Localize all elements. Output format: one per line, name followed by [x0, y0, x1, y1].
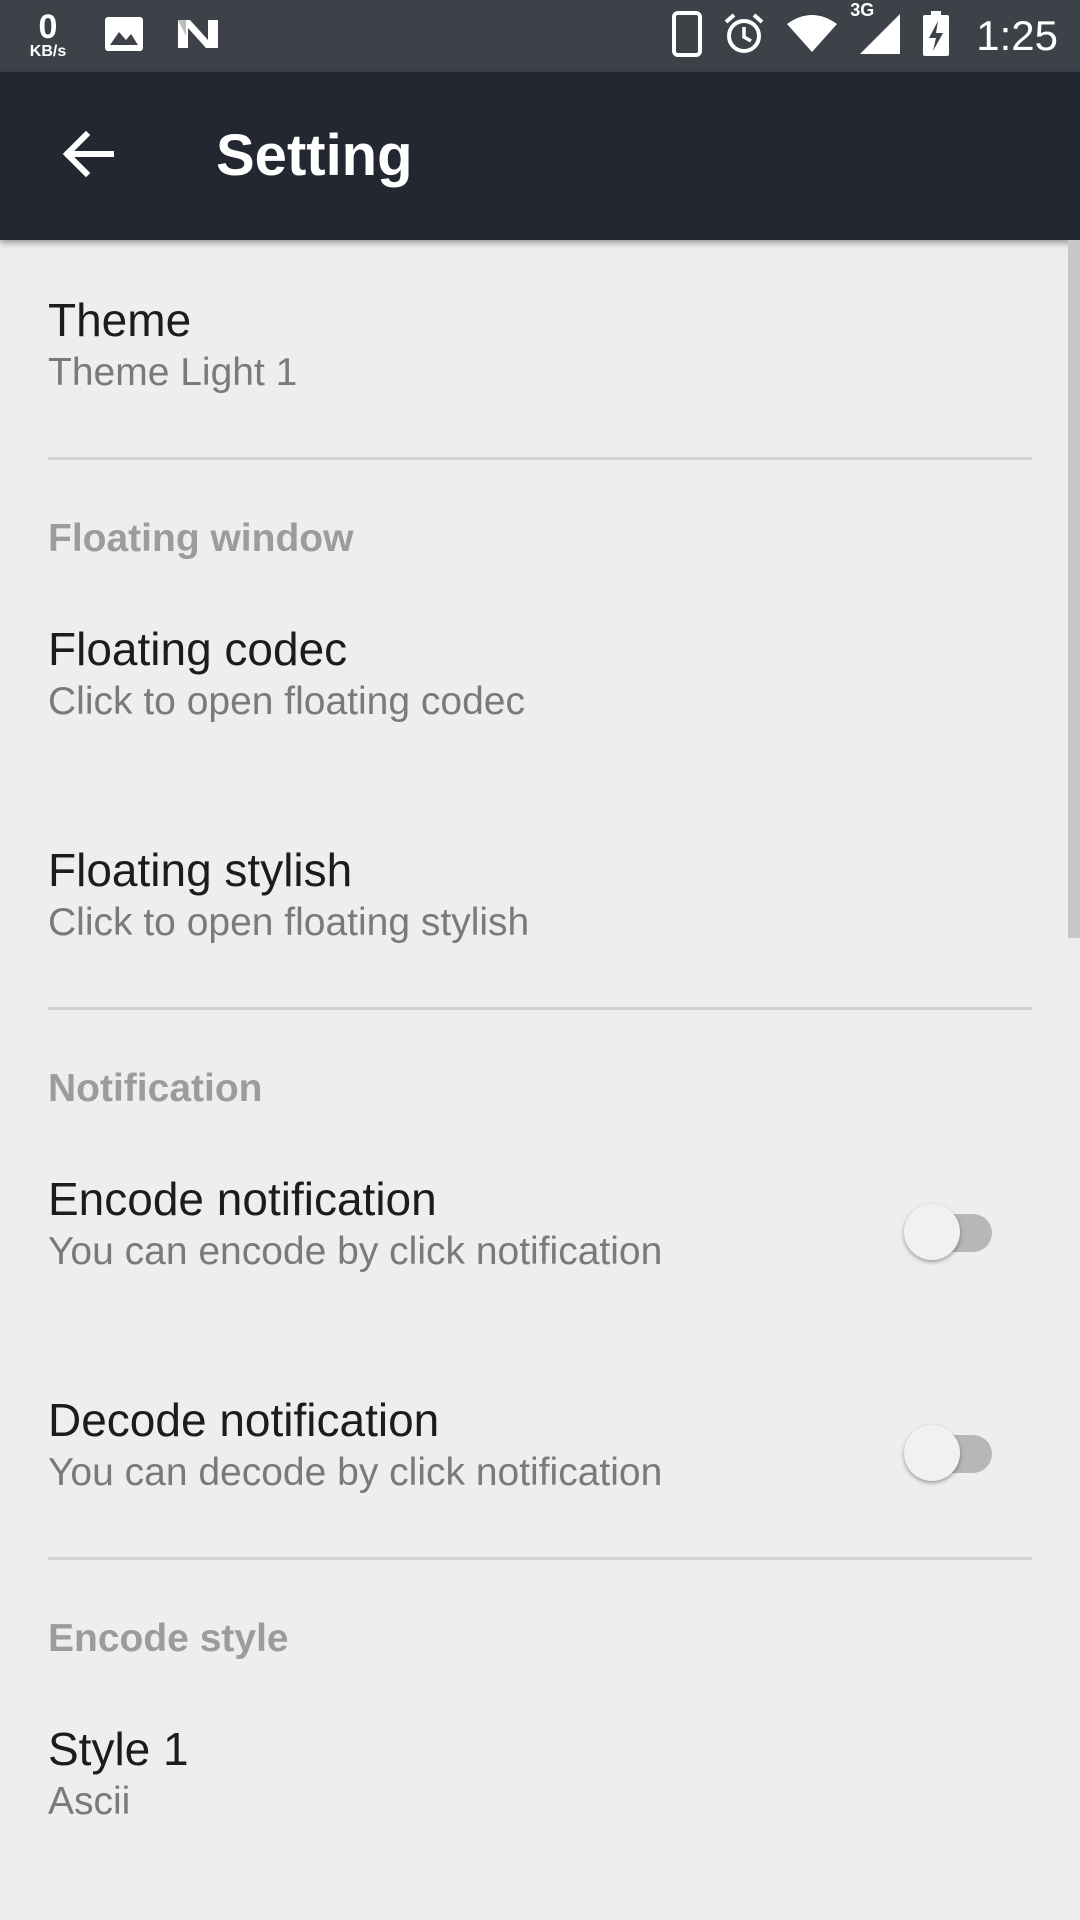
style-1-title: Style 1 [48, 1723, 189, 1775]
page-title: Setting [216, 123, 413, 188]
divider [48, 1557, 1032, 1560]
switch-thumb [904, 1204, 960, 1260]
network-speed-value: 0 [38, 8, 58, 46]
scrollbar[interactable] [1068, 240, 1080, 938]
network-speed-unit: KB/s [29, 43, 67, 60]
divider [48, 1007, 1032, 1010]
network-speed: 0 KB/s [22, 8, 74, 61]
floating-codec-summary: Click to open floating codec [48, 680, 525, 723]
floating-codec-title: Floating codec [48, 623, 348, 675]
wifi-icon [786, 14, 838, 59]
app-bar: Setting [0, 72, 1080, 240]
floating-stylish-title: Floating stylish [48, 844, 353, 896]
app-n-icon [176, 16, 220, 57]
cell-signal-icon: 3G [850, 0, 902, 61]
theme-title: Theme [48, 294, 192, 346]
status-bar: 0 KB/s 3G 1:25 [0, 0, 1080, 72]
theme-preference[interactable]: Theme Theme Light 1 [48, 292, 1032, 398]
floating-stylish-summary: Click to open floating stylish [48, 901, 530, 944]
battery-charging-icon [922, 10, 950, 62]
alarm-icon [722, 12, 766, 61]
theme-summary: Theme Light 1 [48, 351, 298, 394]
section-header-encode-style: Encode style [48, 1617, 289, 1660]
encode-notification-switch[interactable] [904, 1194, 1000, 1260]
decode-notification-switch[interactable] [904, 1415, 1000, 1481]
decode-notification-preference[interactable]: Decode notification You can decode by cl… [48, 1392, 1032, 1498]
arrow-back-icon [62, 130, 115, 182]
clock: 1:25 [976, 12, 1058, 59]
phone-icon [672, 10, 703, 62]
switch-thumb [904, 1425, 960, 1481]
network-type-label: 3G [850, 0, 875, 20]
encode-notification-preference[interactable]: Encode notification You can encode by cl… [48, 1171, 1032, 1277]
style-1-preference[interactable]: Style 1 Ascii [48, 1721, 1032, 1827]
encode-notification-summary: You can encode by click notification [48, 1230, 663, 1273]
floating-codec-preference[interactable]: Floating codec Click to open floating co… [48, 621, 1032, 727]
decode-notification-title: Decode notification [48, 1394, 440, 1446]
encode-notification-title: Encode notification [48, 1173, 437, 1225]
decode-notification-summary: You can decode by click notification [48, 1451, 663, 1494]
back-button[interactable] [44, 112, 132, 200]
style-1-summary: Ascii [48, 1780, 131, 1823]
section-header-notification: Notification [48, 1067, 263, 1110]
divider [48, 457, 1032, 460]
floating-stylish-preference[interactable]: Floating stylish Click to open floating … [48, 842, 1032, 948]
image-icon [104, 16, 144, 57]
section-header-floating-window: Floating window [48, 517, 354, 560]
